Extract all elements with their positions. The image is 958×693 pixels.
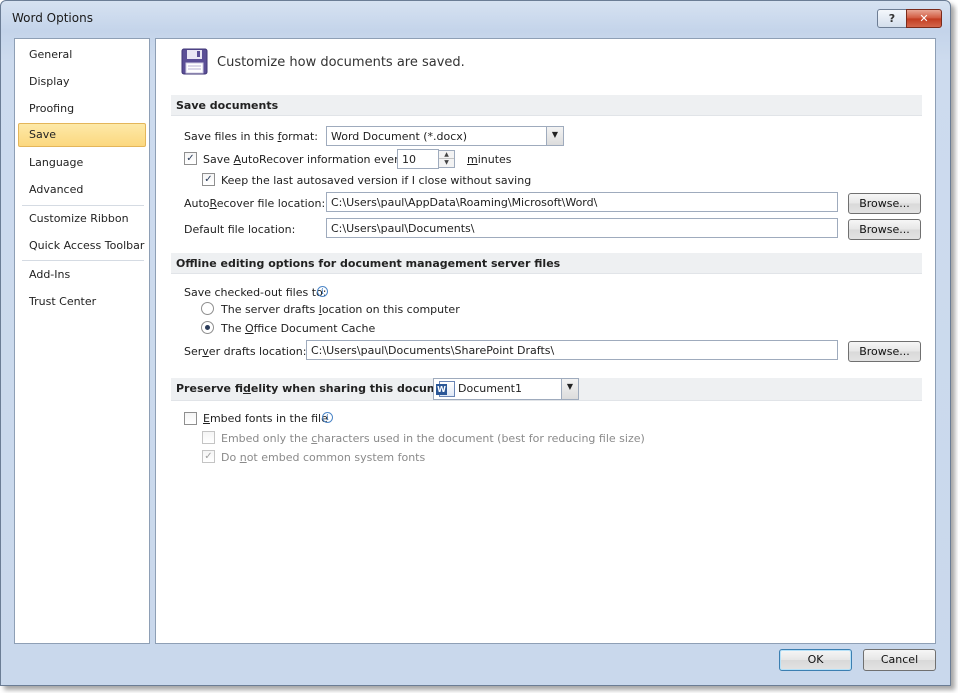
- page-headline: Customize how documents are saved.: [217, 55, 465, 70]
- embed-characters-checkbox[interactable]: [202, 431, 215, 444]
- spin-up-icon[interactable]: ▲: [439, 151, 454, 159]
- save-format-select[interactable]: Word Document (*.docx) ▼: [326, 126, 564, 146]
- embed-fonts-label: Embed fonts in the file: [203, 412, 328, 425]
- autorecover-label: Save AutoRecover information every: [203, 153, 406, 166]
- section-header-offline-editing: Offline editing options for document man…: [171, 253, 922, 274]
- save-options-panel: Customize how documents are saved. Save …: [155, 38, 936, 644]
- cancel-button[interactable]: Cancel: [863, 649, 936, 671]
- browse-default-location-button[interactable]: Browse...: [848, 219, 921, 240]
- autorecover-location-label: AutoRecover file location:: [184, 197, 326, 210]
- info-icon[interactable]: i: [317, 286, 328, 297]
- sidebar-item-trust-center[interactable]: Trust Center: [18, 290, 146, 314]
- title-bar: Word Options ? ✕: [1, 1, 950, 35]
- browse-autorecover-button[interactable]: Browse...: [848, 193, 921, 214]
- chevron-down-icon[interactable]: ▼: [561, 379, 578, 399]
- autorecover-minutes-value: 10: [402, 153, 416, 166]
- word-options-dialog: Word Options ? ✕ General Display Proofin…: [0, 0, 951, 686]
- sidebar-divider: [22, 205, 144, 206]
- minutes-label: minutes: [467, 153, 512, 166]
- default-location-label: Default file location:: [184, 223, 296, 236]
- office-cache-label: The Office Document Cache: [221, 322, 376, 335]
- help-button[interactable]: ?: [877, 9, 907, 28]
- autorecover-location-input[interactable]: C:\Users\paul\AppData\Roaming\Microsoft\…: [326, 192, 838, 212]
- embed-characters-label: Embed only the characters used in the do…: [221, 432, 645, 445]
- section-header-save-documents: Save documents: [171, 95, 922, 116]
- checkout-label: Save checked-out files to:: [184, 286, 327, 299]
- autorecover-checkbox[interactable]: ✓: [184, 152, 197, 165]
- close-button[interactable]: ✕: [906, 9, 942, 28]
- options-sidebar: General Display Proofing Save Language A…: [14, 38, 150, 644]
- ok-button[interactable]: OK: [779, 649, 852, 671]
- info-icon[interactable]: i: [322, 412, 333, 423]
- browse-server-drafts-button[interactable]: Browse...: [848, 341, 921, 362]
- fidelity-document-select[interactable]: Document1 ▼: [433, 378, 579, 400]
- chevron-down-icon[interactable]: ▼: [546, 127, 563, 145]
- spin-down-icon[interactable]: ▼: [439, 159, 454, 167]
- server-drafts-location-input[interactable]: C:\Users\paul\Documents\SharePoint Draft…: [306, 340, 838, 360]
- keep-last-autosaved-label: Keep the last autosaved version if I clo…: [221, 174, 532, 187]
- sidebar-item-display[interactable]: Display: [18, 70, 146, 94]
- no-common-fonts-label: Do not embed common system fonts: [221, 451, 426, 464]
- word-document-icon: [436, 381, 455, 397]
- sidebar-item-advanced[interactable]: Advanced: [18, 178, 146, 202]
- default-location-input[interactable]: C:\Users\paul\Documents\: [326, 218, 838, 238]
- sidebar-divider: [22, 260, 144, 261]
- radio-selected-dot: [205, 325, 210, 330]
- close-icon: ✕: [919, 12, 929, 25]
- sidebar-item-quick-access-toolbar[interactable]: Quick Access Toolbar: [18, 234, 146, 258]
- server-drafts-location-label: Server drafts location:: [184, 345, 307, 358]
- window-title: Word Options: [12, 11, 93, 25]
- sidebar-item-save[interactable]: Save: [18, 123, 146, 147]
- floppy-disk-icon: [181, 48, 208, 75]
- help-icon: ?: [888, 12, 896, 25]
- office-cache-radio[interactable]: [201, 321, 214, 334]
- sidebar-item-customize-ribbon[interactable]: Customize Ribbon: [18, 207, 146, 231]
- keep-last-autosaved-checkbox[interactable]: ✓: [202, 173, 215, 186]
- sidebar-item-general[interactable]: General: [18, 43, 146, 67]
- sidebar-item-proofing[interactable]: Proofing: [18, 97, 146, 121]
- server-drafts-radio[interactable]: [201, 302, 214, 315]
- save-format-value: Word Document (*.docx): [331, 130, 468, 143]
- server-drafts-label: The server drafts location on this compu…: [221, 303, 460, 316]
- sidebar-item-language[interactable]: Language: [18, 151, 146, 175]
- save-format-label: Save files in this format:: [184, 130, 318, 143]
- minutes-spinner[interactable]: ▲ ▼: [439, 150, 455, 168]
- fidelity-document-value: Document1: [458, 382, 522, 395]
- sidebar-item-add-ins[interactable]: Add-Ins: [18, 263, 146, 287]
- no-common-fonts-checkbox[interactable]: ✓: [202, 450, 215, 463]
- autorecover-minutes-field[interactable]: 10: [397, 149, 439, 169]
- embed-fonts-checkbox[interactable]: [184, 412, 197, 425]
